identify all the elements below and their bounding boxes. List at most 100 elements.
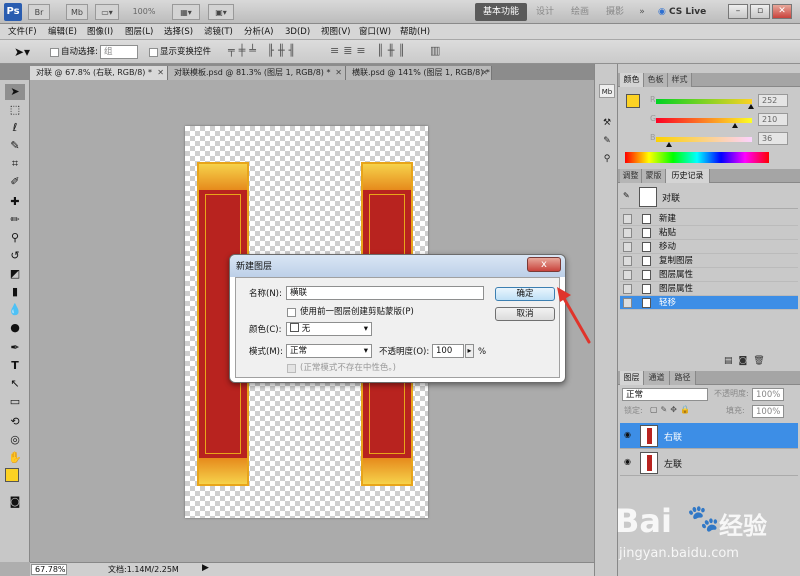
move-tool-icon[interactable]: ➤ bbox=[5, 84, 25, 100]
workspace-photo[interactable]: 摄影 bbox=[601, 3, 629, 21]
auto-select-checkbox[interactable] bbox=[50, 48, 59, 57]
hand-tool-icon[interactable]: ✋ bbox=[5, 450, 25, 466]
maximize-button[interactable]: ▫ bbox=[750, 4, 770, 19]
menu-image[interactable]: 图像(I) bbox=[87, 25, 113, 39]
workspace-design[interactable]: 设计 bbox=[531, 3, 559, 21]
tab-adjustments[interactable]: 调整 bbox=[620, 169, 642, 183]
fill-field[interactable]: 100% bbox=[752, 405, 784, 418]
show-transform-checkbox[interactable] bbox=[149, 48, 158, 57]
tab-duilian[interactable]: 对联 @ 67.8% (右联, RGB/8) * ✕ bbox=[30, 66, 168, 80]
dialog-close-button[interactable]: x bbox=[527, 257, 561, 272]
tab-history[interactable]: 历史记录 bbox=[666, 169, 710, 183]
marquee-tool-icon[interactable]: ⬚ bbox=[5, 102, 25, 118]
eraser-tool-icon[interactable]: ◩ bbox=[5, 266, 25, 282]
screen-mode-button[interactable]: ▣▾ bbox=[208, 4, 234, 20]
3d-rotate-tool-icon[interactable]: ⟲ bbox=[5, 414, 25, 430]
spot-healing-tool-icon[interactable]: ✚ bbox=[5, 194, 25, 210]
auto-select-dropdown[interactable]: 组 bbox=[100, 45, 138, 59]
tool-presets-icon[interactable]: ⚒ bbox=[599, 116, 615, 130]
tab-styles[interactable]: 样式 bbox=[668, 73, 692, 87]
lock-icons[interactable]: ▢✎✥🔒 bbox=[650, 405, 693, 414]
path-select-tool-icon[interactable]: ↖ bbox=[5, 376, 25, 392]
brush-panel-icon[interactable]: ✎ bbox=[599, 134, 615, 148]
workspace-basic[interactable]: 基本功能 bbox=[475, 3, 527, 21]
close-tab-icon[interactable]: ✕ bbox=[335, 66, 342, 80]
3d-orbit-tool-icon[interactable]: ◎ bbox=[5, 432, 25, 448]
color-foreground-swatch[interactable] bbox=[626, 94, 640, 108]
close-tab-icon[interactable]: ✕ bbox=[157, 66, 164, 80]
mode-select[interactable]: 正常 ▾ bbox=[286, 344, 372, 358]
shape-tool-icon[interactable]: ▭ bbox=[5, 394, 25, 410]
minimize-button[interactable]: – bbox=[728, 4, 748, 19]
minibridge-panel-icon[interactable]: Mb bbox=[599, 84, 615, 98]
clone-stamp-tool-icon[interactable]: ⚲ bbox=[5, 230, 25, 246]
history-step[interactable]: 复制图层 bbox=[620, 254, 798, 268]
crop-tool-icon[interactable]: ⌗ bbox=[5, 156, 25, 172]
history-step[interactable]: 图层属性 bbox=[620, 268, 798, 282]
type-tool-icon[interactable]: T bbox=[5, 358, 25, 374]
history-brush-tool-icon[interactable]: ↺ bbox=[5, 248, 25, 264]
tab-color[interactable]: 颜色 bbox=[620, 73, 644, 87]
distribute-buttons-icon[interactable]: ≡≣≡ ║╫║ bbox=[330, 44, 409, 57]
menu-select[interactable]: 选择(S) bbox=[164, 25, 193, 39]
tab-masks[interactable]: 蒙版 bbox=[642, 169, 666, 183]
gradient-tool-icon[interactable]: ▮ bbox=[5, 284, 25, 300]
cs-live-button[interactable]: ◉ CS Live bbox=[658, 4, 718, 20]
dialog-title-bar[interactable]: 新建图层 x bbox=[230, 255, 565, 277]
tab-template[interactable]: 对联模板.psd @ 81.3% (图层 1, RGB/8) * ✕ bbox=[168, 66, 346, 80]
layer-row[interactable]: ◉ 左联 bbox=[620, 450, 798, 476]
history-step[interactable]: 粘贴 bbox=[620, 226, 798, 240]
red-value[interactable]: 252 bbox=[758, 94, 788, 107]
foreground-color-icon[interactable] bbox=[5, 468, 19, 482]
quick-select-tool-icon[interactable]: ✎ bbox=[5, 138, 25, 154]
lasso-tool-icon[interactable]: ℓ bbox=[5, 120, 25, 136]
history-step[interactable]: 移动 bbox=[620, 240, 798, 254]
eye-icon[interactable]: ◉ bbox=[624, 431, 634, 439]
tab-layers[interactable]: 图层 bbox=[620, 371, 644, 385]
clipping-mask-checkbox[interactable] bbox=[287, 308, 296, 317]
cancel-button[interactable]: 取消 bbox=[495, 307, 555, 321]
auto-align-icon[interactable]: ▥ bbox=[430, 44, 440, 57]
close-button[interactable]: ✕ bbox=[772, 4, 792, 19]
slider-handle-icon[interactable] bbox=[748, 104, 755, 109]
tab-paths[interactable]: 路径 bbox=[670, 371, 696, 385]
eye-icon[interactable]: ◉ bbox=[624, 458, 634, 466]
menu-file[interactable]: 文件(F) bbox=[8, 25, 37, 39]
zoom-select[interactable]: 100% bbox=[128, 4, 160, 20]
menu-3d[interactable]: 3D(D) bbox=[285, 25, 310, 39]
history-footer-icons[interactable]: ▤◙🗑 bbox=[724, 356, 794, 368]
slider-handle-icon[interactable] bbox=[666, 142, 673, 147]
neutral-color-checkbox[interactable] bbox=[287, 364, 296, 373]
layer-name-input[interactable]: 横联 bbox=[286, 286, 484, 300]
blue-value[interactable]: 36 bbox=[758, 132, 788, 145]
layer-row-selected[interactable]: ◉ 右联 bbox=[620, 423, 798, 449]
tab-channels[interactable]: 通道 bbox=[644, 371, 670, 385]
history-step-selected[interactable]: 轻移 bbox=[620, 296, 798, 310]
menu-view[interactable]: 视图(V) bbox=[321, 25, 350, 39]
menu-analysis[interactable]: 分析(A) bbox=[244, 25, 273, 39]
menu-window[interactable]: 窗口(W) bbox=[359, 25, 391, 39]
zoom-level-field[interactable]: 67.78% bbox=[31, 564, 67, 575]
pen-tool-icon[interactable]: ✒ bbox=[5, 340, 25, 356]
opacity-input[interactable]: 100 bbox=[432, 344, 464, 358]
opacity-stepper-icon[interactable]: ▸ bbox=[465, 344, 474, 358]
close-tab-icon[interactable]: ✕ bbox=[481, 66, 488, 80]
dodge-tool-icon[interactable]: ● bbox=[5, 320, 25, 336]
bridge-button[interactable]: Br bbox=[28, 4, 50, 20]
red-slider[interactable] bbox=[656, 99, 752, 104]
blur-tool-icon[interactable]: 💧 bbox=[5, 302, 25, 318]
slider-handle-icon[interactable] bbox=[731, 123, 738, 128]
workspace-paint[interactable]: 绘画 bbox=[566, 3, 594, 21]
color-spectrum-bar[interactable] bbox=[625, 152, 769, 163]
workspace-more-button[interactable]: » bbox=[634, 3, 650, 21]
opacity-field[interactable]: 100% bbox=[752, 388, 784, 401]
status-arrow-icon[interactable]: ▶ bbox=[202, 563, 209, 573]
clone-source-icon[interactable]: ⚲ bbox=[599, 152, 615, 166]
tab-swatches[interactable]: 色板 bbox=[644, 73, 668, 87]
menu-layer[interactable]: 图层(L) bbox=[125, 25, 153, 39]
green-value[interactable]: 210 bbox=[758, 113, 788, 126]
history-step[interactable]: 图层属性 bbox=[620, 282, 798, 296]
menu-help[interactable]: 帮助(H) bbox=[400, 25, 430, 39]
brush-tool-icon[interactable]: ✏ bbox=[5, 212, 25, 228]
menu-edit[interactable]: 编辑(E) bbox=[48, 25, 77, 39]
